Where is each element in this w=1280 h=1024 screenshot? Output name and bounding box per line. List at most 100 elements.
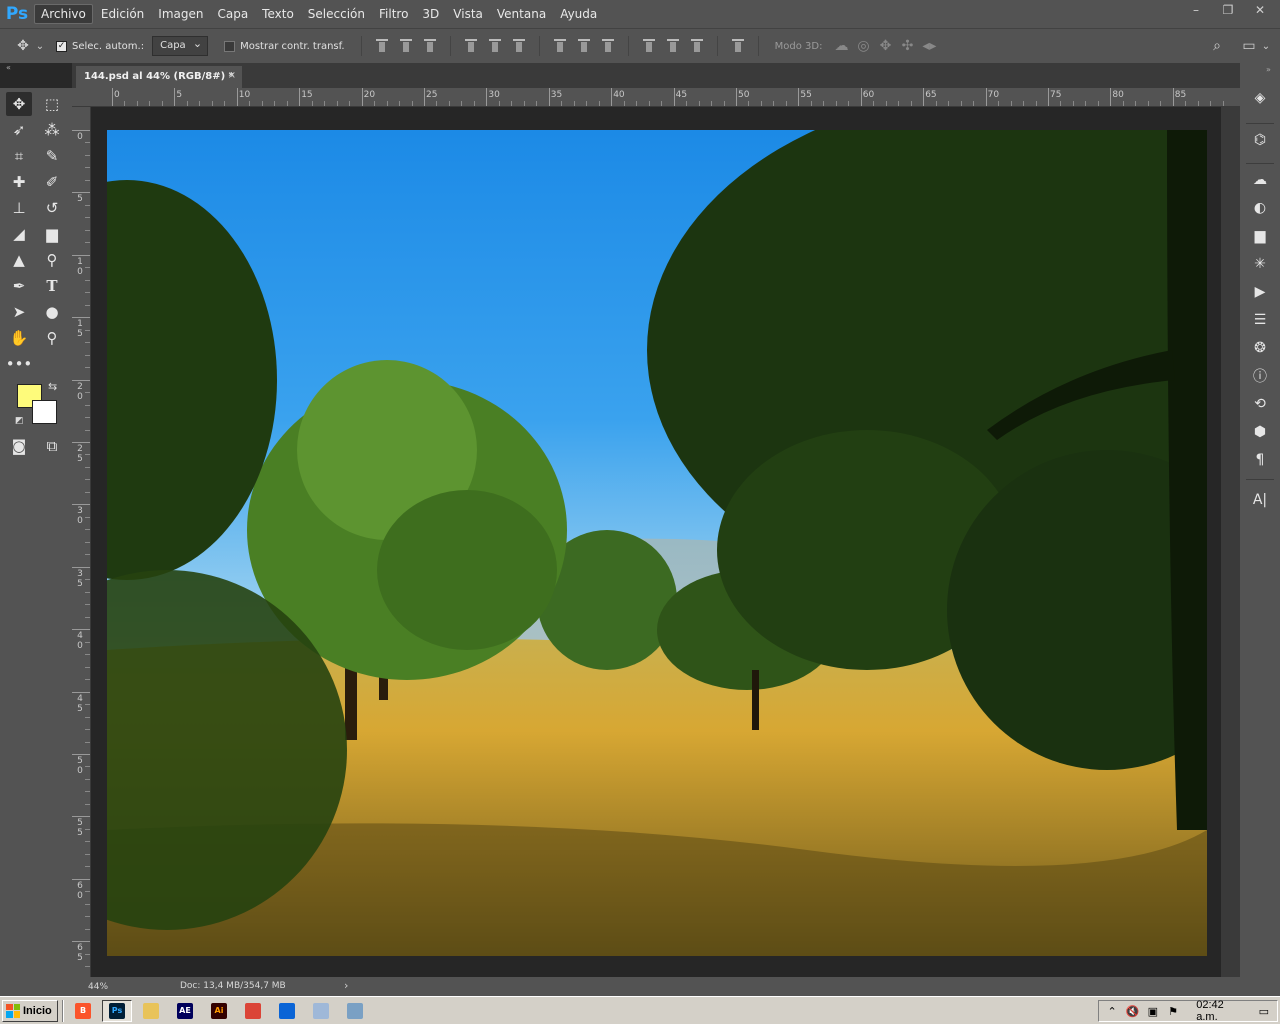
document-tab[interactable]: 144.psd al 44% (RGB/8#) * ×	[76, 66, 242, 88]
panel-collapse-icon[interactable]: »	[1266, 65, 1271, 74]
taskbar-button[interactable]: B	[68, 1000, 98, 1022]
info-panel-icon[interactable]: ⓘ	[1249, 365, 1271, 387]
minimize-button[interactable]: –	[1180, 0, 1212, 20]
crop-tool-icon[interactable]: ⌗	[6, 144, 32, 168]
close-tab-icon[interactable]: ×	[228, 70, 236, 81]
taskbar-button[interactable]: Ps	[102, 999, 132, 1022]
menu-ventana[interactable]: Ventana	[491, 5, 552, 23]
vertical-scrollbar[interactable]	[1221, 107, 1240, 977]
properties-panel-icon[interactable]: ☰	[1249, 309, 1271, 331]
blur-tool-icon[interactable]: ▲	[6, 248, 32, 272]
swap-colors-icon[interactable]: ⇆	[48, 380, 57, 393]
quick-mask-icon[interactable]: ◙	[6, 434, 32, 458]
distribute-vcenter-icon[interactable]	[577, 39, 590, 53]
adjustments-panel-icon[interactable]: ◐	[1249, 197, 1271, 219]
menu-filtro[interactable]: Filtro	[373, 5, 414, 23]
more-tools-icon[interactable]: •••	[6, 352, 33, 376]
distribute-left-icon[interactable]	[642, 39, 655, 53]
clone-stamp-tool-icon[interactable]: ⊥	[6, 196, 32, 220]
hand-tool-icon[interactable]: ✋	[6, 326, 32, 350]
distribute-right-icon[interactable]	[690, 39, 703, 53]
chevron-right-icon[interactable]: ›	[344, 979, 348, 992]
paragraph-panel-icon[interactable]: ¶	[1249, 449, 1271, 471]
3d-panel-icon[interactable]: ⬢	[1249, 421, 1271, 443]
taskbar-button[interactable]	[306, 1000, 336, 1022]
move-tool-icon[interactable]: ✥	[6, 92, 32, 116]
healing-brush-tool-icon[interactable]: ✚	[6, 170, 32, 194]
background-color-swatch[interactable]	[32, 400, 57, 424]
distribute-top-icon[interactable]	[553, 39, 566, 53]
zoom-level[interactable]: 44%	[72, 982, 122, 992]
type-tool-icon[interactable]: T	[39, 274, 65, 298]
distribute-bottom-icon[interactable]	[601, 39, 614, 53]
menu-vista[interactable]: Vista	[447, 5, 489, 23]
libraries-panel-icon[interactable]: ☁	[1249, 169, 1271, 191]
eraser-tool-icon[interactable]: ◢	[6, 222, 32, 246]
zoom-tool-icon[interactable]: ⚲	[39, 326, 65, 350]
canvas-area[interactable]	[91, 107, 1221, 977]
pan-3d-icon[interactable]: ✥	[874, 35, 896, 57]
menu-seleccion[interactable]: Selección	[302, 5, 371, 23]
menu-archivo[interactable]: Archivo	[34, 4, 93, 24]
actions-panel-icon[interactable]: ▶	[1249, 281, 1271, 303]
taskbar-button[interactable]	[272, 1000, 302, 1022]
screen-mode-icon[interactable]: ⧉	[39, 434, 65, 458]
menu-ayuda[interactable]: Ayuda	[554, 5, 603, 23]
channels-panel-icon[interactable]: ❂	[1249, 337, 1271, 359]
volume-muted-icon[interactable]: 🔇	[1125, 1004, 1140, 1018]
brush-tool-icon[interactable]: ✐	[39, 170, 65, 194]
default-colors-icon[interactable]: ◩	[15, 416, 27, 428]
ellipse-tool-icon[interactable]: ●	[39, 300, 65, 324]
character-panel-icon[interactable]: A|	[1249, 489, 1271, 511]
navigator-panel-icon[interactable]: ✳	[1249, 253, 1271, 275]
restore-button[interactable]: ❐	[1212, 0, 1244, 20]
taskbar-button[interactable]: Ai	[204, 1000, 234, 1022]
dodge-tool-icon[interactable]: ⚲	[39, 248, 65, 272]
flag-icon[interactable]: ⚑	[1166, 1004, 1180, 1018]
histogram-panel-icon[interactable]: ▆	[1249, 225, 1271, 247]
auto-select-dropdown[interactable]: Capa	[152, 36, 209, 56]
toolbar-collapse-icon[interactable]: «	[0, 63, 40, 73]
menu-texto[interactable]: Texto	[256, 5, 300, 23]
align-bottom-icon[interactable]	[423, 39, 436, 53]
search-icon[interactable]: ⌕	[1206, 35, 1228, 57]
menu-capa[interactable]: Capa	[211, 5, 254, 23]
network-icon[interactable]: ▣	[1146, 1004, 1160, 1018]
menu-3d[interactable]: 3D	[416, 5, 445, 23]
menu-edicion[interactable]: Edición	[95, 5, 150, 23]
paths-panel-icon[interactable]: ⌬	[1249, 129, 1271, 151]
align-vcenter-icon[interactable]	[399, 39, 412, 53]
show-transform-checkbox[interactable]	[224, 40, 236, 52]
auto-select-checkbox[interactable]: ✓	[56, 40, 67, 52]
lasso-tool-icon[interactable]: ➶	[6, 118, 32, 142]
tray-expand-icon[interactable]: ⌃	[1105, 1004, 1119, 1018]
close-window-button[interactable]: ✕	[1244, 0, 1276, 20]
taskbar-button[interactable]: AE	[170, 1000, 200, 1022]
orbit-3d-icon[interactable]: ☁	[830, 35, 852, 57]
eyedropper-tool-icon[interactable]: ✎	[39, 144, 65, 168]
show-desktop-icon[interactable]: ▭	[1257, 1004, 1271, 1018]
taskbar-button[interactable]	[340, 1000, 370, 1022]
align-right-icon[interactable]	[512, 39, 525, 53]
distribute-hcenter-icon[interactable]	[666, 39, 679, 53]
menu-imagen[interactable]: Imagen	[152, 5, 209, 23]
layers-panel-icon[interactable]: ◈	[1249, 87, 1271, 109]
marquee-tool-icon[interactable]: ⬚	[39, 92, 65, 116]
history-panel-icon[interactable]: ⟲	[1249, 393, 1271, 415]
taskbar-button[interactable]	[238, 1000, 268, 1022]
history-brush-tool-icon[interactable]: ↺	[39, 196, 65, 220]
workspace-icon[interactable]: ▭	[1238, 35, 1260, 57]
magic-wand-tool-icon[interactable]: ⁂	[39, 118, 65, 142]
path-selection-tool-icon[interactable]: ➤	[6, 300, 32, 324]
align-top-icon[interactable]	[375, 39, 388, 53]
start-button[interactable]: Inicio	[2, 999, 58, 1022]
document-image[interactable]	[107, 130, 1207, 956]
chevron-down-icon[interactable]: ⌄	[34, 35, 46, 57]
align-hcenter-icon[interactable]	[488, 39, 501, 53]
gradient-tool-icon[interactable]: ▆	[39, 222, 65, 246]
auto-align-icon[interactable]	[731, 39, 744, 53]
taskbar-button[interactable]	[136, 1000, 166, 1022]
chevron-down-icon[interactable]: ⌄	[1260, 35, 1272, 57]
move-tool-preset-icon[interactable]: ✥	[12, 35, 34, 57]
align-left-icon[interactable]	[464, 39, 477, 53]
